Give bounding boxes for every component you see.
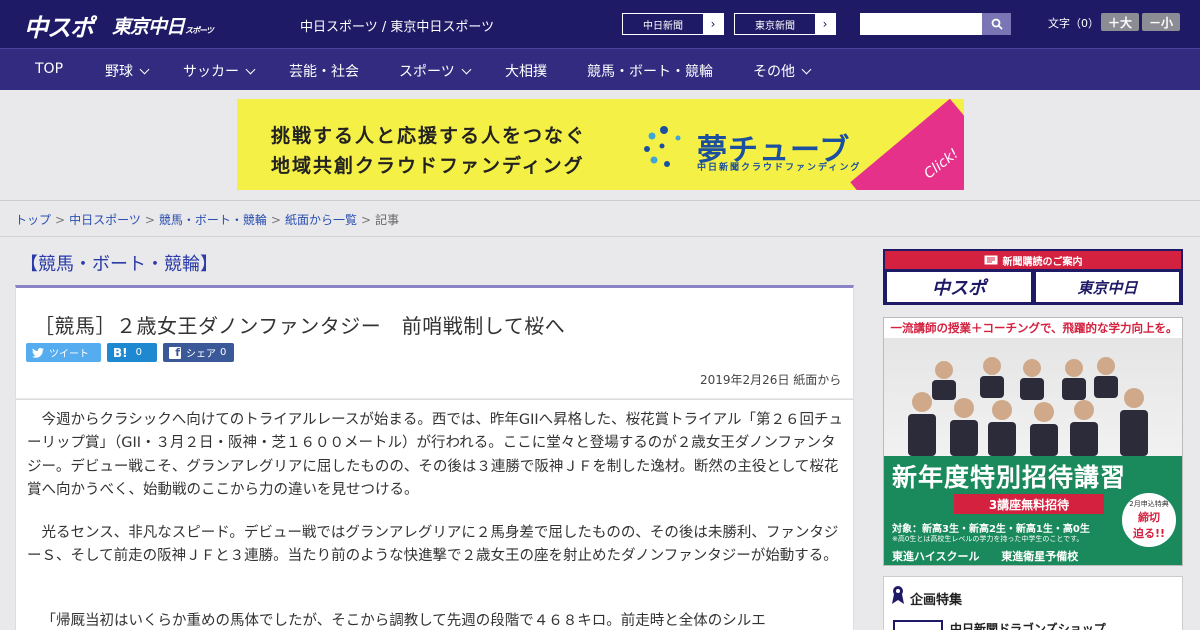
- chevron-down-icon: [245, 64, 256, 75]
- article-headline: ［競馬］２歳女王ダノンファンタジー 前哨戦制して桜へ: [34, 314, 566, 338]
- twitter-icon: [32, 347, 44, 358]
- feature-thumb[interactable]: [893, 620, 943, 630]
- font-size-decrease-button[interactable]: －小: [1142, 13, 1180, 31]
- chevron-right-icon: ›: [703, 14, 723, 34]
- tokyo-shimbun-label: 東京新聞: [755, 20, 795, 32]
- ad-note: ※高0生とは高校生レベルの学力を持った中学生のことです。: [892, 535, 1084, 543]
- ad-footer-1: 東進ハイスクール: [892, 550, 980, 563]
- facebook-share-button[interactable]: f シェア 0: [163, 343, 234, 362]
- facebook-icon: f: [169, 346, 181, 359]
- search-icon: [991, 18, 1003, 30]
- nav-label: 大相撲: [505, 64, 547, 80]
- chevron-right-icon: ›: [815, 14, 835, 34]
- nav-item-sumo[interactable]: 大相撲: [505, 61, 547, 81]
- ad-footer-2: 東進衛星予備校: [1001, 550, 1079, 563]
- ribbon-icon: [892, 586, 904, 604]
- nav-item-entertainment[interactable]: 芸能・社会: [289, 61, 359, 81]
- article-paragraph: 今週からクラシックへ向けてのトライアルレースが始まる。西では、昨年GIIへ昇格し…: [27, 412, 843, 498]
- toshin-ad[interactable]: 一流講師の授業＋コーチングで、飛躍的な学力向上を。 新年度特別招待講習 3講座無…: [883, 317, 1183, 566]
- search-input[interactable]: [860, 13, 982, 35]
- nav-item-soccer[interactable]: サッカー: [183, 61, 256, 81]
- nav-item-other[interactable]: その他: [753, 61, 812, 81]
- nav-label: スポーツ: [399, 64, 455, 80]
- article-paragraph: 光るセンス、非凡なスピード。デビュー戦ではグランアレグリアに２馬身差で屈したもの…: [27, 525, 839, 565]
- breadcrumb: トップ > 中日スポーツ > 競馬・ボート・競輪 > 紙面から一覧 > 記事: [15, 211, 399, 228]
- section-heading[interactable]: 【競馬・ボート・競輪】: [20, 250, 218, 276]
- chevron-down-icon: [139, 64, 150, 75]
- breadcrumb-sep: >: [270, 213, 281, 227]
- dots-logo-icon: [644, 126, 681, 167]
- ad-big-title: 新年度特別招待講習: [892, 463, 1127, 492]
- font-size-label: 文字（0）: [1048, 17, 1099, 30]
- breadcrumb-sep: >: [55, 213, 66, 227]
- article-paragraph: 「帰厩当初はいくらか重めの馬体でしたが、そこから調教して先週の段階で４６８キロ。…: [41, 613, 766, 629]
- ad-badge-3: 迫る!!: [1132, 527, 1166, 540]
- ad-badge-1: 2月申込特典: [1129, 500, 1169, 508]
- chevron-down-icon: [461, 64, 472, 75]
- feature-item-dragons-shop[interactable]: 中日新聞ドラゴンズショップ: [950, 620, 1106, 630]
- breadcrumb-link-chunichi-sports[interactable]: 中日スポーツ: [69, 213, 141, 227]
- banner-line-1: 挑戦する人と応援する人をつなぐ: [271, 125, 587, 147]
- facebook-count: 0: [220, 347, 227, 358]
- twitter-share-button[interactable]: ツイート: [26, 343, 101, 362]
- ad-red-label: 3講座無料招待: [954, 494, 1104, 514]
- feature-title: 企画特集: [910, 593, 963, 608]
- ad-footer: 東進ハイスクール 東進衛星予備校: [892, 548, 1078, 564]
- nav-item-top[interactable]: TOP: [35, 61, 63, 77]
- tokyo-chunichi-logo[interactable]: 東京中日スポーツ: [112, 12, 214, 39]
- main-nav: TOP 野球 サッカー 芸能・社会 スポーツ 大相撲 競馬・ボート・競輪 その他: [0, 48, 1200, 90]
- subscription-heading-text: 新聞購読のご案内: [1002, 256, 1083, 268]
- ad-target-text: 対象：新高3生・新高2生・新高1生・高0生: [892, 524, 1090, 535]
- nav-label: TOP: [35, 61, 64, 77]
- ad-badge-2: 締切: [1138, 511, 1160, 524]
- click-corner: [850, 99, 964, 190]
- breadcrumb-sep: >: [361, 213, 372, 227]
- subscribe-tokyo-button[interactable]: 東京中日: [1036, 272, 1179, 302]
- site-title: 中日スポーツ / 東京中日スポーツ: [300, 20, 495, 35]
- font-size-increase-button[interactable]: ＋大: [1101, 13, 1139, 31]
- breadcrumb-link-top[interactable]: トップ: [15, 213, 51, 227]
- breadcrumb-link-paper-list[interactable]: 紙面から一覧: [285, 213, 357, 227]
- divider: [0, 200, 1200, 201]
- search-button[interactable]: [982, 13, 1011, 35]
- chunichi-shimbun-link[interactable]: 中日新聞 ›: [622, 13, 724, 35]
- newspaper-icon: [984, 255, 997, 265]
- instructors-image: [908, 357, 1148, 456]
- hatena-bookmark-icon: B!: [113, 345, 128, 360]
- divider: [0, 236, 1200, 237]
- banner-sub-text: 中日新聞クラウドファンディング: [697, 163, 862, 173]
- banner-line-2: 地域共創クラウドファンディング: [271, 155, 585, 177]
- tokyo-shimbun-link[interactable]: 東京新聞 ›: [734, 13, 836, 35]
- ad-badge: 2月申込特典 締切 迫る!!: [1120, 491, 1178, 549]
- twitter-share-label: ツイート: [49, 349, 89, 360]
- hatena-bookmark-button[interactable]: B! 0: [107, 343, 157, 362]
- subscribe-chuspo-button[interactable]: 中スポ: [887, 272, 1031, 302]
- tokyo-logo-small: スポーツ: [185, 26, 214, 35]
- nav-label: 野球: [105, 64, 133, 80]
- nav-item-baseball[interactable]: 野球: [105, 61, 150, 81]
- top-header: 中スポ 東京中日スポーツ 中日スポーツ / 東京中日スポーツ 中日新聞 › 東京…: [0, 0, 1200, 48]
- hatena-count: 0: [135, 347, 142, 358]
- breadcrumb-current: 記事: [375, 213, 400, 227]
- chuspo-logo[interactable]: 中スポ: [24, 8, 94, 43]
- article-date: 2019年2月26日 紙面から: [700, 373, 842, 387]
- nav-label: 芸能・社会: [289, 64, 359, 80]
- nav-label: サッカー: [183, 64, 239, 80]
- nav-label: その他: [753, 64, 795, 80]
- chunichi-shimbun-label: 中日新聞: [643, 20, 683, 32]
- subscription-heading: 新聞購読のご案内: [885, 251, 1181, 269]
- nav-item-sports[interactable]: スポーツ: [399, 61, 472, 81]
- ad-top-text: 一流講師の授業＋コーチングで、飛躍的な学力向上を。: [890, 321, 1178, 335]
- ad-photo: [884, 338, 1182, 471]
- breadcrumb-link-racing[interactable]: 競馬・ボート・競輪: [159, 213, 267, 227]
- nav-item-racing[interactable]: 競馬・ボート・競輪: [587, 61, 713, 81]
- crowdfunding-banner[interactable]: 挑戦する人と応援する人をつなぐ 地域共創クラウドファンディング 夢チューブ 中日…: [237, 99, 964, 190]
- facebook-share-label: シェア: [186, 349, 216, 360]
- tokyo-logo-text: 東京中日: [112, 16, 185, 38]
- chevron-down-icon: [801, 64, 812, 75]
- nav-label: 競馬・ボート・競輪: [587, 64, 713, 80]
- breadcrumb-sep: >: [144, 213, 155, 227]
